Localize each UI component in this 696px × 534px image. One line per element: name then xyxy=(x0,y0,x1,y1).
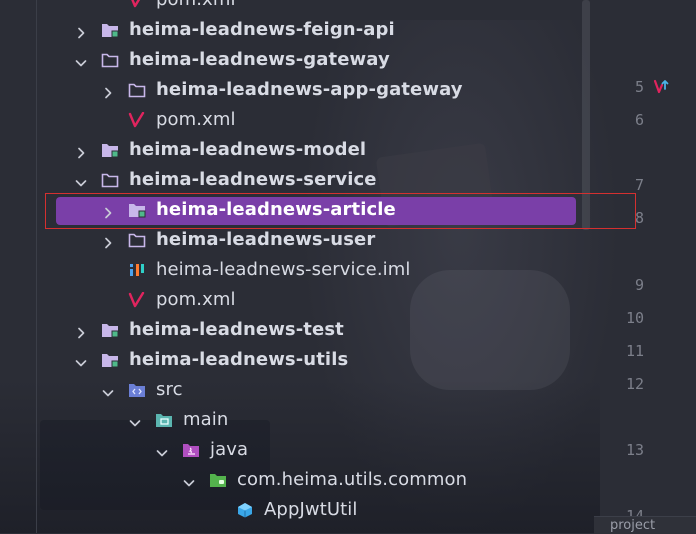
tree-item[interactable]: heima-leadnews-feign-api xyxy=(0,15,590,45)
tree-item[interactable]: heima-leadnews-app-gateway xyxy=(0,75,590,105)
folder-outline-icon xyxy=(101,172,119,188)
tree-item-label: heima-leadnews-feign-api xyxy=(129,19,395,40)
chevron-down-icon[interactable] xyxy=(129,414,141,427)
tool-window-tab[interactable]: project xyxy=(594,516,696,534)
folder-outline-icon xyxy=(128,232,146,248)
folder-outline-icon xyxy=(101,52,119,68)
tree-item-label: java xyxy=(210,439,249,460)
chevron-down-icon[interactable] xyxy=(75,354,87,367)
tree-item-label: heima-leadnews-app-gateway xyxy=(156,79,463,100)
tree-item[interactable]: pom.xml xyxy=(0,0,590,15)
tree-item[interactable]: heima-leadnews-gateway xyxy=(0,45,590,75)
chevron-right-icon[interactable] xyxy=(102,84,114,99)
tree-item-label: main xyxy=(183,409,229,430)
maven-sync-icon[interactable] xyxy=(652,77,672,97)
main-folder-icon xyxy=(155,412,173,428)
module-folder-icon xyxy=(101,22,119,38)
chevron-down-icon[interactable] xyxy=(75,174,87,187)
tree-item[interactable]: heima-leadnews-service.iml xyxy=(0,255,590,285)
line-number: 9 xyxy=(634,276,644,294)
tree-item[interactable]: pom.xml xyxy=(0,285,590,315)
package-icon xyxy=(209,472,227,488)
tree-item-label: heima-leadnews-user xyxy=(156,229,376,250)
java-class-icon xyxy=(236,502,254,518)
tree-item-label: pom.xml xyxy=(156,0,236,10)
tree-item[interactable]: AppJwtUtil xyxy=(0,495,590,525)
line-number: 6 xyxy=(634,111,644,129)
tree-item-label: pom.xml xyxy=(156,109,236,130)
tree-item-label: com.heima.utils.common xyxy=(237,469,468,490)
tool-window-tab-label: project xyxy=(610,518,656,533)
line-number: 5 xyxy=(634,78,644,96)
tree-item[interactable]: com.heima.utils.common xyxy=(0,465,590,495)
tree-item[interactable]: heima-leadnews-model xyxy=(0,135,590,165)
maven-icon xyxy=(128,291,146,308)
java-folder-icon xyxy=(182,442,200,458)
chevron-right-icon[interactable] xyxy=(102,234,114,249)
tree-item[interactable]: main xyxy=(0,405,590,435)
line-number: 11 xyxy=(625,342,644,360)
chevron-right-icon[interactable] xyxy=(75,24,87,39)
tree-item[interactable]: heima-leadnews-service xyxy=(0,165,590,195)
line-number: 8 xyxy=(634,209,644,227)
folder-outline-icon xyxy=(128,82,146,98)
tree-item-label: heima-leadnews-utils xyxy=(129,349,349,370)
line-number: 13 xyxy=(625,441,644,459)
tree-item[interactable]: heima-leadnews-utils xyxy=(0,345,590,375)
line-number: 12 xyxy=(625,375,644,393)
tree-item-label: heima-leadnews-service.iml xyxy=(156,259,411,280)
tree-item[interactable]: heima-leadnews-test xyxy=(0,315,590,345)
module-folder-icon xyxy=(101,322,119,338)
module-folder-icon xyxy=(101,352,119,368)
tree-item-label: heima-leadnews-service xyxy=(129,169,377,190)
tree-item-label: heima-leadnews-test xyxy=(129,319,344,340)
tree-item-label: heima-leadnews-gateway xyxy=(129,49,390,70)
chevron-down-icon[interactable] xyxy=(183,474,195,487)
chevron-down-icon[interactable] xyxy=(156,444,168,457)
module-folder-icon xyxy=(101,142,119,158)
tree-item-label: pom.xml xyxy=(156,289,236,310)
iml-file-icon xyxy=(128,262,146,278)
maven-icon xyxy=(128,111,146,128)
editor-gutter: 567891011121314 xyxy=(594,0,696,533)
chevron-down-icon[interactable] xyxy=(102,384,114,397)
tree-item[interactable]: java xyxy=(0,435,590,465)
chevron-right-icon[interactable] xyxy=(75,144,87,159)
chevron-right-icon[interactable] xyxy=(75,324,87,339)
maven-icon xyxy=(128,0,146,8)
chevron-down-icon[interactable] xyxy=(75,54,87,67)
tree-item-label: src xyxy=(156,379,183,400)
line-number: 7 xyxy=(634,176,644,194)
tree-item[interactable]: src xyxy=(0,375,590,405)
tree-item-label: heima-leadnews-model xyxy=(129,139,367,160)
src-folder-icon xyxy=(128,382,146,398)
tree-item[interactable]: pom.xml xyxy=(0,105,590,135)
line-number: 10 xyxy=(625,309,644,327)
tree-item[interactable]: heima-leadnews-user xyxy=(0,225,590,255)
annotation-box xyxy=(45,193,636,229)
tree-item-label: AppJwtUtil xyxy=(264,499,358,520)
